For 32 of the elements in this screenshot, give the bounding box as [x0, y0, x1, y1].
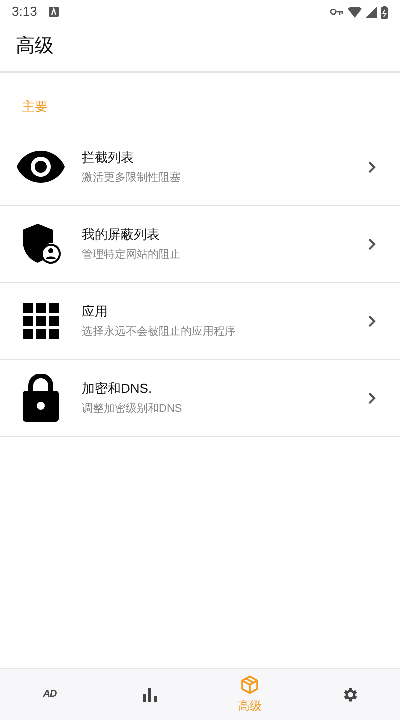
grid-icon: [23, 303, 59, 339]
logo-text: AD: [43, 688, 57, 702]
item-title: 加密和DNS.: [82, 380, 154, 398]
notification-icon: [49, 7, 60, 17]
item-subtitle: 激活更多限制性阻塞: [82, 170, 182, 186]
eye-icon: [16, 150, 66, 184]
settings-list-item[interactable]: 我的屏蔽列表 管理特定网站的阻止: [0, 206, 400, 283]
item-title: 我的屏蔽列表: [82, 226, 161, 244]
shield-user-icon: [20, 223, 62, 265]
chevron-right-icon: [368, 160, 376, 174]
box-icon: [240, 674, 260, 694]
nav-tab[interactable]: AD: [0, 669, 100, 720]
key-icon: [330, 8, 344, 16]
item-subtitle: 选择永远不会被阻止的应用程序: [82, 324, 237, 340]
bar-chart-icon: [143, 688, 157, 702]
settings-list-item[interactable]: 拦截列表 激活更多限制性阻塞: [0, 129, 400, 206]
section-header: 主要: [22, 99, 48, 114]
wifi-icon: [348, 6, 362, 18]
item-title: 应用: [82, 302, 109, 320]
battery-icon: [381, 6, 388, 18]
status-time: 3:13: [12, 3, 38, 22]
chevron-right-icon: [368, 238, 376, 250]
settings-list-item[interactable]: 应用 选择永远不会被阻止的应用程序: [0, 283, 400, 360]
item-title: 拦截列表: [82, 148, 135, 166]
lock-icon: [23, 374, 59, 422]
chevron-right-icon: [368, 392, 376, 404]
item-subtitle: 调整加密级别和DNS: [82, 402, 184, 417]
page-title: 高级: [16, 35, 54, 60]
chevron-right-icon: [368, 314, 376, 328]
signal-icon: [366, 6, 377, 18]
settings-list-item[interactable]: 加密和DNS. 调整加密级别和DNS: [0, 360, 400, 437]
item-subtitle: 管理特定网站的阻止: [82, 248, 182, 263]
